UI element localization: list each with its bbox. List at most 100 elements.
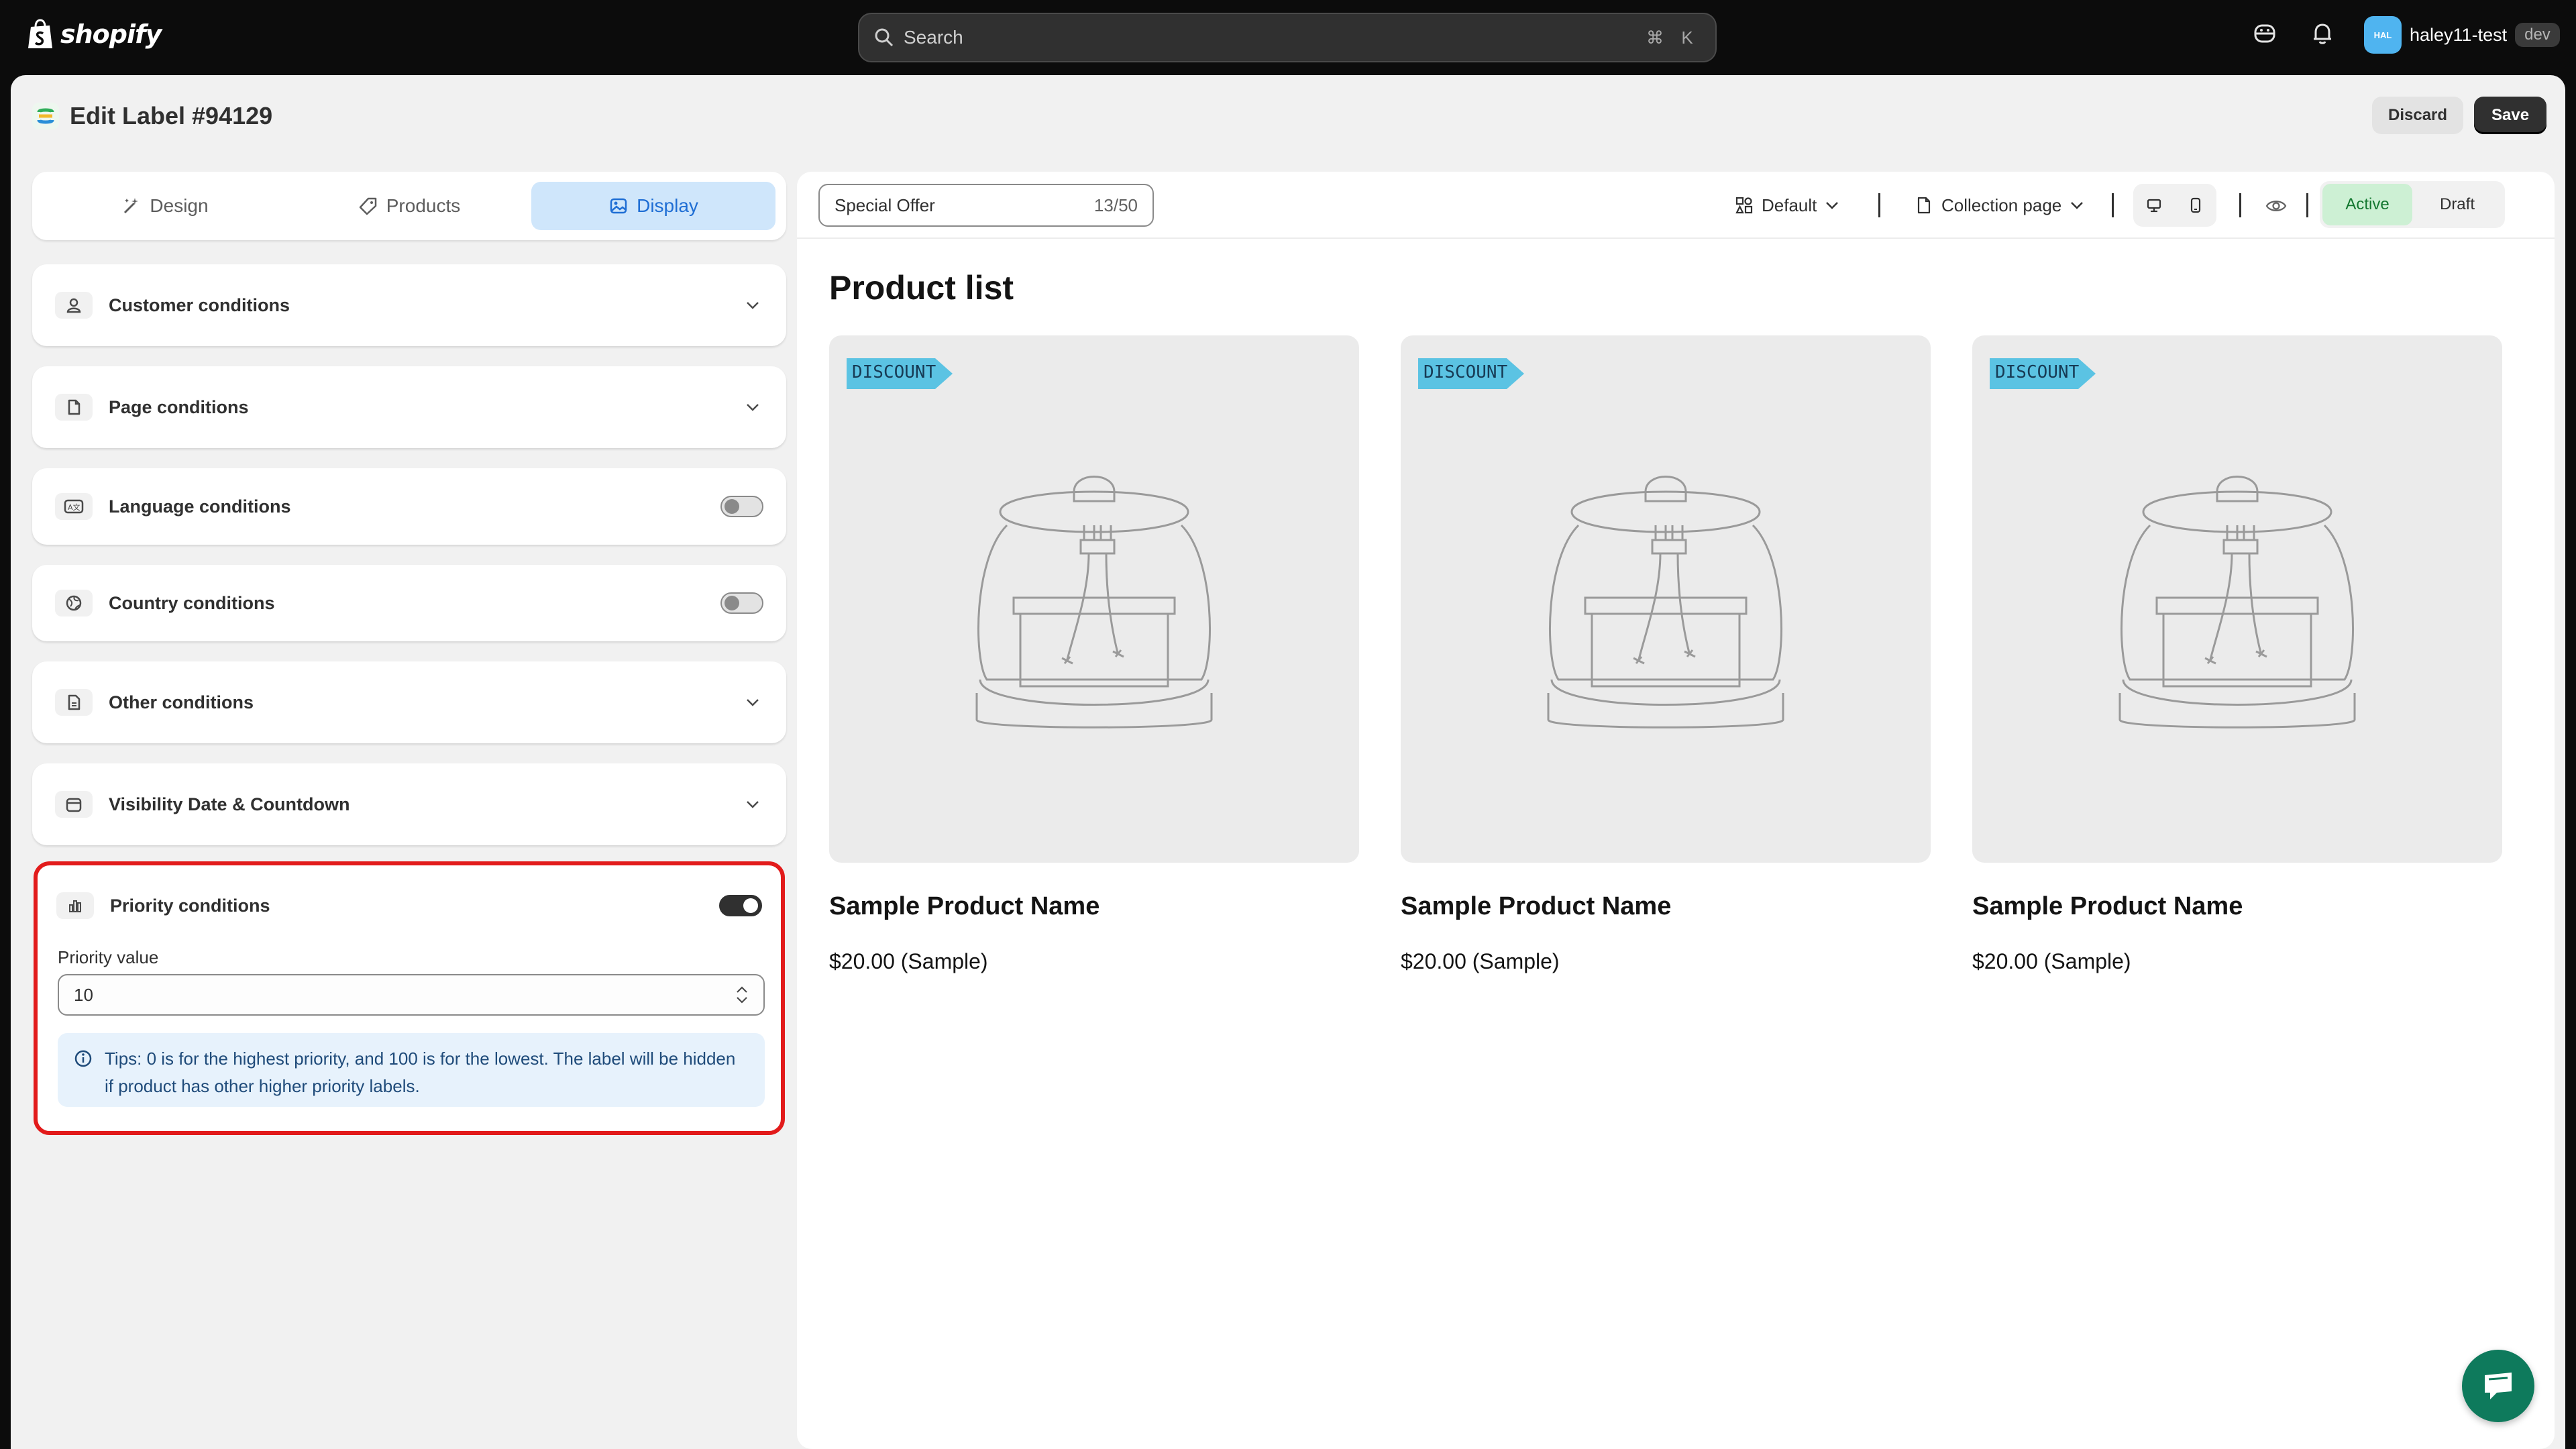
label-name-counter: 13/50 bbox=[1093, 195, 1138, 215]
backpack-placeholder-icon bbox=[1547, 476, 1784, 729]
tab-products[interactable]: Products bbox=[287, 182, 531, 230]
backpack-placeholder-icon bbox=[975, 476, 1213, 729]
discount-label-text: DISCOUNT bbox=[1995, 362, 2080, 382]
chevron-down-icon bbox=[1826, 202, 1839, 209]
store-name: haley11-test bbox=[2410, 24, 2508, 45]
chat-widget-button[interactable] bbox=[2462, 1350, 2534, 1422]
product-image: DISCOUNT bbox=[1401, 335, 1931, 863]
label-name-input[interactable]: Special Offer 13/50 bbox=[818, 184, 1154, 227]
page-title: Edit Label #94129 bbox=[70, 102, 273, 129]
country-conditions-card: Country conditions bbox=[32, 565, 786, 641]
calendar-icon bbox=[55, 791, 93, 818]
priority-stepper[interactable] bbox=[735, 985, 749, 1004]
other-conditions-label: Other conditions bbox=[109, 692, 254, 712]
customer-conditions-label: Customer conditions bbox=[109, 294, 290, 315]
priority-conditions-toggle[interactable] bbox=[719, 895, 762, 916]
search-icon bbox=[875, 28, 894, 47]
status-active-option[interactable]: Active bbox=[2322, 184, 2412, 225]
chevron-down-icon[interactable] bbox=[742, 294, 763, 316]
shopify-logo[interactable]: shopify bbox=[27, 19, 162, 50]
language-conditions-card: A文 Language conditions bbox=[32, 468, 786, 545]
mobile-icon[interactable] bbox=[2186, 196, 2205, 215]
chevron-down-icon[interactable] bbox=[735, 996, 749, 1004]
chevron-down-icon[interactable] bbox=[742, 794, 763, 815]
toolbar-divider bbox=[2239, 193, 2241, 217]
country-conditions-label: Country conditions bbox=[109, 592, 275, 613]
bar-chart-icon bbox=[56, 892, 94, 919]
shopify-bag-icon bbox=[28, 19, 52, 48]
save-button[interactable]: Save bbox=[2474, 97, 2547, 134]
chat-bubble-icon bbox=[2485, 1373, 2512, 1399]
page-icon bbox=[1917, 197, 1931, 214]
discard-button[interactable]: Discard bbox=[2372, 97, 2464, 134]
other-conditions-card[interactable]: Other conditions bbox=[32, 661, 786, 743]
chevron-up-icon[interactable] bbox=[735, 985, 749, 994]
priority-value-input[interactable]: 10 bbox=[58, 974, 765, 1016]
tab-design[interactable]: Design bbox=[43, 182, 287, 230]
global-search-bar[interactable]: Search ⌘ K bbox=[858, 13, 1717, 62]
customer-conditions-card[interactable]: Customer conditions bbox=[32, 264, 786, 346]
toolbar-divider bbox=[1878, 193, 1880, 217]
chevron-down-icon[interactable] bbox=[742, 396, 763, 418]
priority-tip-text: Tips: 0 is for the highest priority, and… bbox=[105, 1049, 736, 1096]
page-type-select[interactable]: Collection page bbox=[1915, 184, 2084, 227]
label-preview-panel: Special Offer 13/50 Default Collection p… bbox=[797, 172, 2555, 1449]
info-icon bbox=[74, 1050, 92, 1067]
product-name: Sample Product Name bbox=[1401, 892, 1672, 920]
visibility-date-card[interactable]: Visibility Date & Countdown bbox=[32, 763, 786, 845]
toolbar-divider bbox=[2306, 193, 2308, 217]
product-name: Sample Product Name bbox=[1972, 892, 2243, 920]
template-select[interactable]: Default bbox=[1735, 184, 1839, 227]
status-segmented-control: Active Draft bbox=[2320, 181, 2505, 228]
language-icon: A文 bbox=[55, 493, 93, 520]
page-conditions-card[interactable]: Page conditions bbox=[32, 366, 786, 448]
product-price: $20.00 (Sample) bbox=[1972, 949, 2131, 973]
priority-value-label: Priority value bbox=[58, 947, 159, 967]
product-card[interactable]: DISCOUNT Sample Product Name $20.00 (Sam… bbox=[1401, 335, 1931, 974]
product-card[interactable]: DISCOUNT Sample Product Name $20.00 (Sam… bbox=[1972, 335, 2502, 974]
backpack-placeholder-icon bbox=[2118, 476, 2356, 729]
notification-bell-icon[interactable] bbox=[2309, 20, 2336, 47]
tab-products-label: Products bbox=[386, 195, 461, 216]
preview-toolbar: Special Offer 13/50 Default Collection p… bbox=[797, 172, 2555, 239]
chevron-down-icon bbox=[2071, 202, 2084, 209]
eye-icon[interactable] bbox=[2265, 195, 2288, 217]
document-list-icon bbox=[55, 689, 93, 716]
product-card[interactable]: DISCOUNT Sample Product Name $20.00 (Sam… bbox=[829, 335, 1359, 974]
theme-template-icon bbox=[1735, 197, 1753, 214]
store-dev-badge: dev bbox=[2515, 23, 2560, 47]
discount-label-text: DISCOUNT bbox=[852, 362, 936, 382]
app-frame: Edit Label #94129 Discard Save Design Pr… bbox=[11, 75, 2565, 1449]
language-conditions-label: Language conditions bbox=[109, 496, 291, 517]
discount-label-badge: DISCOUNT bbox=[1990, 356, 2097, 392]
tab-design-label: Design bbox=[150, 195, 209, 216]
image-icon bbox=[610, 198, 627, 214]
account-menu[interactable]: HAL haley11-test dev bbox=[2364, 16, 2560, 54]
product-image: DISCOUNT bbox=[829, 335, 1359, 863]
priority-conditions-card: Priority conditions Priority value 10 Ti… bbox=[34, 861, 785, 1135]
discount-label-badge: DISCOUNT bbox=[1418, 356, 1525, 392]
editor-tabs: Design Products Display bbox=[32, 172, 786, 240]
brand-wordmark: shopify bbox=[60, 19, 162, 49]
shortcut-cmd-key: ⌘ bbox=[1646, 27, 1664, 48]
page-conditions-label: Page conditions bbox=[109, 396, 249, 417]
status-draft-option[interactable]: Draft bbox=[2412, 184, 2502, 225]
priority-value-text: 10 bbox=[74, 984, 93, 1005]
product-image: DISCOUNT bbox=[1972, 335, 2502, 863]
product-price: $20.00 (Sample) bbox=[829, 949, 988, 973]
toolbar-divider bbox=[2112, 193, 2114, 217]
desktop-icon[interactable] bbox=[2145, 196, 2163, 215]
visibility-date-label: Visibility Date & Countdown bbox=[109, 794, 350, 814]
sidekick-icon[interactable] bbox=[2251, 20, 2278, 47]
priority-tip-banner: Tips: 0 is for the highest priority, and… bbox=[58, 1033, 765, 1107]
tab-display[interactable]: Display bbox=[531, 182, 775, 230]
shortcut-k-key: K bbox=[1681, 27, 1693, 48]
search-placeholder: Search bbox=[904, 27, 963, 48]
discount-label-badge: DISCOUNT bbox=[847, 356, 954, 392]
discount-label-text: DISCOUNT bbox=[1424, 362, 1508, 382]
country-conditions-toggle[interactable] bbox=[720, 592, 763, 614]
template-select-value: Default bbox=[1762, 195, 1817, 215]
chevron-down-icon[interactable] bbox=[742, 692, 763, 713]
language-conditions-toggle[interactable] bbox=[720, 496, 763, 517]
tab-display-label: Display bbox=[637, 195, 698, 216]
